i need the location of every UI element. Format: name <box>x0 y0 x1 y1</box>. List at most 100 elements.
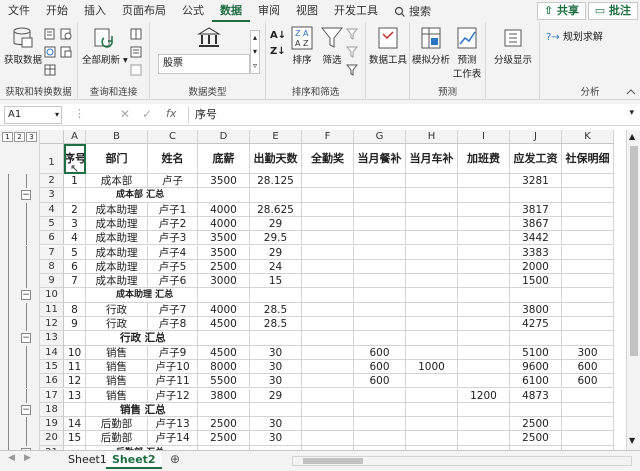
table-cell[interactable]: 8000 <box>198 359 250 375</box>
table-cell[interactable] <box>302 188 354 203</box>
table-cell[interactable] <box>510 331 562 346</box>
tab-formulas[interactable]: 公式 <box>174 0 212 22</box>
table-cell[interactable]: 5 <box>64 245 86 260</box>
table-cell[interactable]: 9600 <box>510 359 562 375</box>
row-header[interactable]: 11 <box>40 302 64 317</box>
table-cell[interactable] <box>458 374 510 389</box>
header-cell[interactable]: 社保明细 <box>562 144 614 174</box>
table-cell[interactable]: 30 <box>250 431 302 446</box>
row-header[interactable]: 2 <box>40 174 64 189</box>
enter-icon[interactable]: ✓ <box>142 107 152 121</box>
table-cell[interactable]: 卢子4 <box>148 245 198 260</box>
table-cell[interactable]: 28.5 <box>250 302 302 317</box>
table-cell[interactable]: 1 <box>64 174 86 189</box>
header-cell[interactable]: 姓名 <box>148 144 198 174</box>
table-cell[interactable]: 2500 <box>510 417 562 432</box>
table-cell[interactable]: 成本助理 <box>86 231 148 246</box>
horizontal-scrollbar[interactable] <box>292 456 632 466</box>
table-cell[interactable]: 2500 <box>510 431 562 446</box>
from-text-icon[interactable] <box>44 28 56 40</box>
header-cell[interactable]: 当月餐补 <box>354 144 406 174</box>
table-cell[interactable]: 销售 <box>86 359 148 375</box>
table-cell[interactable] <box>458 245 510 260</box>
table-cell[interactable] <box>198 331 250 346</box>
table-cell[interactable]: 卢子8 <box>148 317 198 332</box>
table-cell[interactable]: 28.125 <box>250 174 302 189</box>
table-cell[interactable] <box>562 331 614 346</box>
table-cell[interactable]: 600 <box>562 359 614 375</box>
table-cell[interactable] <box>302 431 354 446</box>
table-cell[interactable] <box>406 231 458 246</box>
table-cell[interactable]: 29.5 <box>250 231 302 246</box>
cancel-icon[interactable]: ✕ <box>120 107 130 121</box>
table-cell[interactable]: 成本助理 <box>86 202 148 217</box>
solver-button[interactable]: ?→ 规划求解 <box>546 28 603 43</box>
h-scroll-thumb[interactable] <box>303 458 363 464</box>
table-cell[interactable] <box>354 402 406 418</box>
sort-az-icon[interactable]: A↓ Z↓ <box>270 28 286 60</box>
table-cell[interactable] <box>562 216 614 232</box>
table-cell[interactable]: 卢子2 <box>148 216 198 232</box>
table-cell[interactable] <box>562 431 614 446</box>
table-cell[interactable] <box>354 174 406 189</box>
column-header-f[interactable]: F <box>302 130 354 144</box>
tab-file[interactable]: 文件 <box>0 0 38 22</box>
table-cell[interactable] <box>302 302 354 317</box>
table-cell[interactable] <box>458 231 510 246</box>
formula-input[interactable]: 序号 <box>188 106 628 124</box>
table-cell[interactable] <box>406 345 458 360</box>
table-cell[interactable]: 3500 <box>198 174 250 189</box>
table-cell[interactable] <box>458 402 510 418</box>
table-cell[interactable] <box>302 374 354 389</box>
table-cell[interactable] <box>458 417 510 432</box>
table-cell[interactable] <box>562 202 614 217</box>
collapse-group-icon[interactable]: − <box>21 290 31 301</box>
insert-function-icon[interactable]: fx <box>166 107 176 120</box>
scroll-thumb[interactable] <box>630 146 638 356</box>
table-cell[interactable] <box>510 188 562 203</box>
table-cell[interactable]: 后勤部 <box>86 431 148 446</box>
row-header[interactable]: 19 <box>40 417 64 432</box>
table-cell[interactable]: 销售 <box>86 345 148 360</box>
column-header-b[interactable]: B <box>86 130 148 144</box>
table-cell[interactable] <box>302 259 354 275</box>
table-cell[interactable] <box>354 231 406 246</box>
table-cell[interactable]: 卢子1 <box>148 202 198 217</box>
row-header[interactable]: 12 <box>40 317 64 332</box>
table-cell[interactable]: 15 <box>64 431 86 446</box>
table-cell[interactable] <box>458 359 510 375</box>
table-cell[interactable]: 14 <box>64 417 86 432</box>
scroll-down-icon[interactable]: ▼ <box>629 436 635 445</box>
reapply-icon[interactable] <box>346 46 358 58</box>
table-cell[interactable] <box>406 259 458 275</box>
tab-developer[interactable]: 开发工具 <box>326 0 386 22</box>
tab-insert[interactable]: 插入 <box>76 0 114 22</box>
row-header[interactable]: 7 <box>40 245 64 260</box>
table-cell[interactable] <box>354 245 406 260</box>
table-cell[interactable]: 600 <box>562 374 614 389</box>
edit-links-icon[interactable] <box>130 64 142 76</box>
table-cell[interactable]: 7 <box>64 274 86 289</box>
table-cell[interactable]: 成本助理 <box>86 245 148 260</box>
table-cell[interactable]: 600 <box>354 345 406 360</box>
table-cell[interactable] <box>406 302 458 317</box>
scroll-up-icon[interactable]: ▲ <box>629 132 635 141</box>
table-cell[interactable] <box>302 245 354 260</box>
table-cell[interactable]: 成本助理 <box>86 259 148 275</box>
prev-sheet-icon[interactable]: ◀ <box>8 453 15 463</box>
table-cell[interactable] <box>302 317 354 332</box>
table-cell[interactable]: 卢子13 <box>148 417 198 432</box>
tab-page-layout[interactable]: 页面布局 <box>114 0 174 22</box>
column-header-h[interactable]: H <box>406 130 458 144</box>
recent-sources-icon[interactable] <box>60 28 72 40</box>
table-cell[interactable] <box>302 288 354 303</box>
table-cell[interactable]: 行政 <box>86 317 148 332</box>
table-cell[interactable] <box>562 174 614 189</box>
table-cell[interactable] <box>302 216 354 232</box>
table-cell[interactable] <box>406 288 458 303</box>
table-cell[interactable]: 600 <box>354 359 406 375</box>
table-cell[interactable]: 卢子10 <box>148 359 198 375</box>
table-cell[interactable] <box>458 259 510 275</box>
table-cell[interactable] <box>302 331 354 346</box>
table-cell[interactable] <box>562 417 614 432</box>
